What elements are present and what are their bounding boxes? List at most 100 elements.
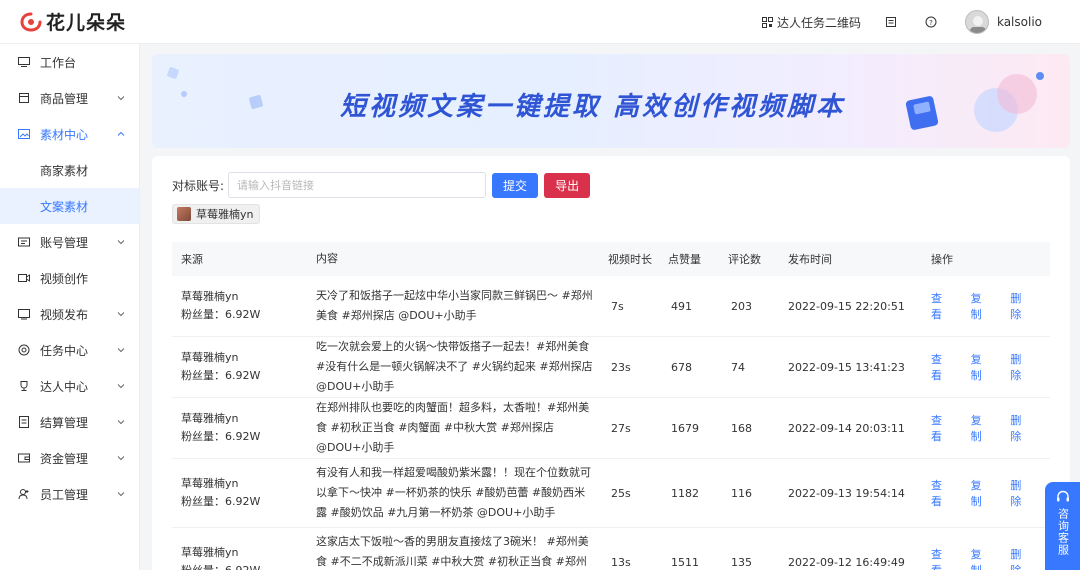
sidebar-item-task-center[interactable]: 任务中心 [0, 332, 139, 368]
username[interactable]: kalsolio [997, 15, 1042, 29]
filter-label: 对标账号: [172, 178, 225, 193]
headset-icon [1057, 490, 1069, 502]
header-comments: 评论数 [728, 253, 761, 266]
sidebar-item-settlement[interactable]: 结算管理 [0, 404, 139, 440]
row-source-fans: 粉丝量：6.92W [181, 430, 261, 443]
table-row: 草莓雅楠yn 粉丝量：6.92W 有没有人和我一样超爱喝酸奶紫米露！！现在个位数… [172, 459, 1050, 528]
id-card-icon [18, 237, 30, 247]
row-comments: 116 [731, 486, 752, 500]
submit-button[interactable]: 提交 [492, 172, 539, 198]
row-ops: 查看 复制 删除 [931, 290, 1050, 322]
row-comments: 135 [731, 555, 752, 569]
chevron-down-icon [117, 456, 125, 461]
delete-button[interactable]: 删除 [1010, 546, 1029, 570]
view-button[interactable]: 查看 [931, 477, 950, 509]
sidebar-item-label: 视频创作 [40, 271, 89, 286]
document-button[interactable] [885, 16, 901, 28]
delete-button[interactable]: 删除 [1010, 351, 1029, 383]
row-source: 草莓雅楠yn 粉丝量：6.92W [172, 544, 307, 570]
delete-button[interactable]: 删除 [1010, 477, 1029, 509]
sidebar-item-label: 工作台 [40, 55, 77, 70]
header-time: 发布时间 [788, 253, 832, 266]
qr-code-link[interactable]: 达人任务二维码 [761, 14, 861, 31]
user-add-icon [18, 489, 29, 500]
row-content: 这家店太下饭啦～香的男朋友直接炫了3碗米！ #郑州美食 #不二不成新派川菜 #中… [316, 535, 589, 568]
sidebar-item-accounts[interactable]: 账号管理 [0, 224, 139, 260]
row-ops: 查看 复制 删除 [931, 477, 1050, 509]
image-icon [18, 129, 30, 139]
row-source-fans: 粉丝量：6.92W [181, 495, 261, 508]
video-icon [18, 274, 30, 282]
chevron-down-icon [117, 384, 125, 389]
view-button[interactable]: 查看 [931, 412, 950, 444]
sidebar-item-video-creation[interactable]: 视频创作 [0, 260, 139, 296]
row-likes: 1182 [671, 486, 699, 500]
row-time: 2022-09-12 16:49:49 [788, 555, 905, 569]
sidebar-subitem-merchant-materials[interactable]: 商家素材 [0, 152, 139, 188]
copy-button[interactable]: 复制 [971, 546, 990, 570]
table-row: 草莓雅楠yn 粉丝量：6.92W 吃一次就会爱上的火锅～快带饭搭子一起去！#郑州… [172, 337, 1050, 398]
row-source-name: 草莓雅楠yn [181, 351, 239, 364]
douyin-link-input[interactable] [228, 172, 487, 198]
row-time: 2022-09-13 19:54:14 [788, 486, 905, 500]
row-duration: 23s [611, 360, 631, 374]
user-avatar[interactable] [964, 10, 989, 34]
header-likes: 点赞量 [668, 253, 701, 266]
qr-icon [761, 16, 773, 28]
view-button[interactable]: 查看 [931, 290, 950, 322]
row-comments: 203 [731, 299, 752, 313]
help-icon: ? [925, 16, 937, 28]
sidebar-item-materials[interactable]: 素材中心 [0, 116, 139, 152]
table-row: 草莓雅楠yn 粉丝量：6.92W 这家店太下饭啦～香的男朋友直接炫了3碗米！ #… [172, 528, 1050, 570]
sidebar-item-staff[interactable]: 员工管理 [0, 476, 139, 512]
target-icon [18, 344, 30, 356]
export-button[interactable]: 导出 [544, 172, 591, 198]
header-duration: 视频时长 [608, 253, 652, 266]
row-source-fans: 粉丝量：6.92W [181, 562, 307, 570]
copy-button[interactable]: 复制 [971, 412, 990, 444]
sidebar-item-workbench[interactable]: 工作台 [0, 44, 139, 80]
logo-text: 花儿朵朵 [46, 12, 127, 34]
ledger-icon [19, 416, 29, 428]
customer-service-button[interactable]: 咨询客服 [1045, 482, 1080, 570]
sidebar-subitem-copy-materials[interactable]: 文案素材 [0, 188, 139, 224]
row-source-fans: 粉丝量：6.92W [181, 369, 261, 382]
copy-button[interactable]: 复制 [971, 290, 990, 322]
copy-button[interactable]: 复制 [971, 477, 990, 509]
svg-text:?: ? [929, 19, 933, 27]
sidebar-item-label: 达人中心 [40, 379, 89, 394]
customer-service-label: 咨询客服 [1056, 508, 1070, 556]
view-button[interactable]: 查看 [931, 546, 950, 570]
chevron-down-icon [117, 96, 125, 101]
account-tag-label: 草莓雅楠yn [196, 208, 254, 221]
sidebar-item-label: 结算管理 [40, 415, 89, 430]
row-time: 2022-09-15 13:41:23 [788, 360, 905, 374]
row-source-name: 草莓雅楠yn [181, 290, 239, 303]
sidebar-item-label: 账号管理 [40, 235, 89, 250]
sidebar-item-products[interactable]: 商品管理 [0, 80, 139, 116]
delete-button[interactable]: 删除 [1010, 412, 1029, 444]
view-button[interactable]: 查看 [931, 351, 950, 383]
chevron-down-icon [117, 348, 125, 353]
header-content: 内容 [316, 252, 338, 265]
sidebar-item-influencer-center[interactable]: 达人中心 [0, 368, 139, 404]
row-likes: 678 [671, 360, 692, 374]
account-avatar [177, 207, 191, 221]
sidebar-item-funds[interactable]: 资金管理 [0, 440, 139, 476]
sidebar-item-video-publish[interactable]: 视频发布 [0, 296, 139, 332]
account-tag[interactable]: 草莓雅楠yn [172, 204, 261, 224]
help-button[interactable]: ? [925, 16, 941, 28]
delete-button[interactable]: 删除 [1010, 290, 1029, 322]
banner-title: 短视频文案一键提取 高效创作视频脚本 [340, 92, 846, 122]
monitor-icon [18, 57, 30, 67]
copy-button[interactable]: 复制 [971, 351, 990, 383]
row-comments: 74 [731, 360, 745, 374]
logo[interactable]: 花儿朵朵 [20, 8, 126, 35]
row-duration: 27s [611, 421, 631, 435]
box-icon [19, 93, 29, 103]
table-row: 草莓雅楠yn 粉丝量：6.92W 天冷了和饭搭子一起炫中华小当家同款三鲜锅巴～ … [172, 276, 1050, 337]
sidebar-item-label: 员工管理 [40, 487, 89, 502]
row-likes: 1511 [671, 555, 699, 569]
content-card: 对标账号: 提交 导出 草莓雅楠yn 来源 内容 视频时长 点赞量 评论数 发布… [152, 156, 1070, 570]
row-content: 有没有人和我一样超爱喝酸奶紫米露！！现在个位数就可以拿下～快冲 #一杯奶茶的快乐… [316, 466, 591, 519]
